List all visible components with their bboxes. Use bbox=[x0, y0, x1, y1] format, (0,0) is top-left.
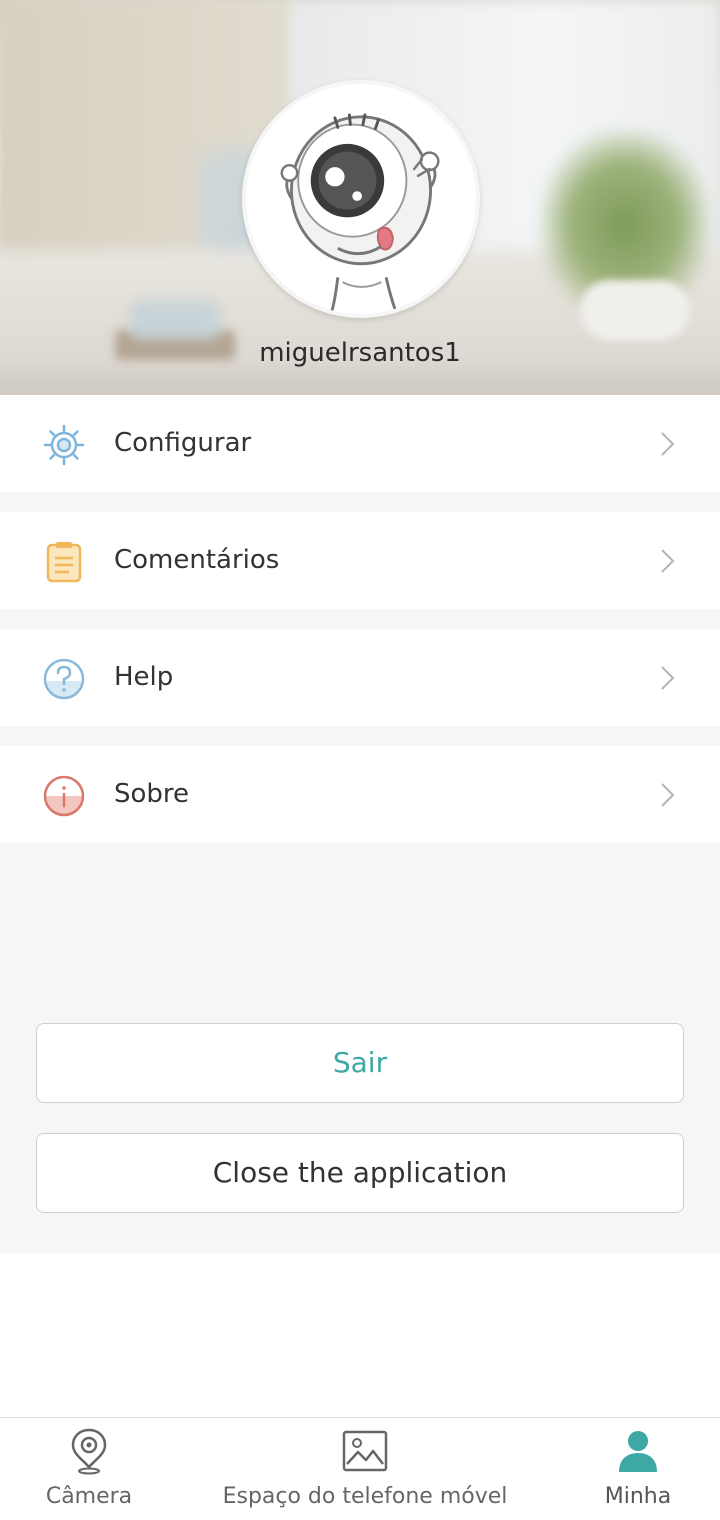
username: miguelrsantos1 bbox=[259, 338, 461, 368]
question-icon bbox=[42, 657, 86, 701]
location-pin-icon bbox=[64, 1426, 114, 1476]
tab-label: Câmera bbox=[45, 1484, 133, 1509]
tab-phone-storage[interactable]: Espaço do telefone móvel bbox=[210, 1418, 520, 1520]
tab-label: Espaço do telefone móvel bbox=[222, 1484, 508, 1509]
background-cups bbox=[130, 300, 220, 340]
bottom-tab-bar: Câmera Espaço do telefone móvel Minha bbox=[0, 1417, 720, 1520]
menu-item-label: Help bbox=[114, 662, 174, 692]
close-app-button[interactable]: Close the application bbox=[36, 1133, 684, 1213]
logout-button[interactable]: Sair bbox=[36, 1023, 684, 1103]
tab-camera[interactable]: Câmera bbox=[14, 1418, 164, 1520]
chevron-right-icon bbox=[660, 665, 676, 691]
background-pot bbox=[580, 280, 690, 340]
info-icon bbox=[42, 774, 86, 818]
tab-minha[interactable]: Minha bbox=[578, 1418, 698, 1520]
menu-item-label: Configurar bbox=[114, 428, 252, 458]
image-icon bbox=[340, 1426, 390, 1476]
menu-section: Configurar Comentários Help Sobre Sair C… bbox=[0, 395, 720, 1253]
avatar[interactable] bbox=[242, 80, 480, 318]
menu-item-comentarios[interactable]: Comentários bbox=[0, 512, 720, 609]
tab-label: Minha bbox=[604, 1484, 672, 1509]
menu-item-configurar[interactable]: Configurar bbox=[0, 395, 720, 492]
avatar-eyeball-mascot-icon bbox=[280, 113, 440, 314]
menu-item-label: Sobre bbox=[114, 779, 190, 809]
menu-item-label: Comentários bbox=[114, 545, 280, 575]
gear-icon bbox=[42, 423, 86, 467]
chevron-right-icon bbox=[660, 782, 676, 808]
menu-item-help[interactable]: Help bbox=[0, 629, 720, 726]
clipboard-icon bbox=[42, 540, 86, 584]
person-icon bbox=[613, 1426, 663, 1476]
chevron-right-icon bbox=[660, 548, 676, 574]
profile-header: miguelrsantos1 bbox=[0, 0, 720, 395]
menu-item-sobre[interactable]: Sobre bbox=[0, 746, 720, 843]
chevron-right-icon bbox=[660, 431, 676, 457]
